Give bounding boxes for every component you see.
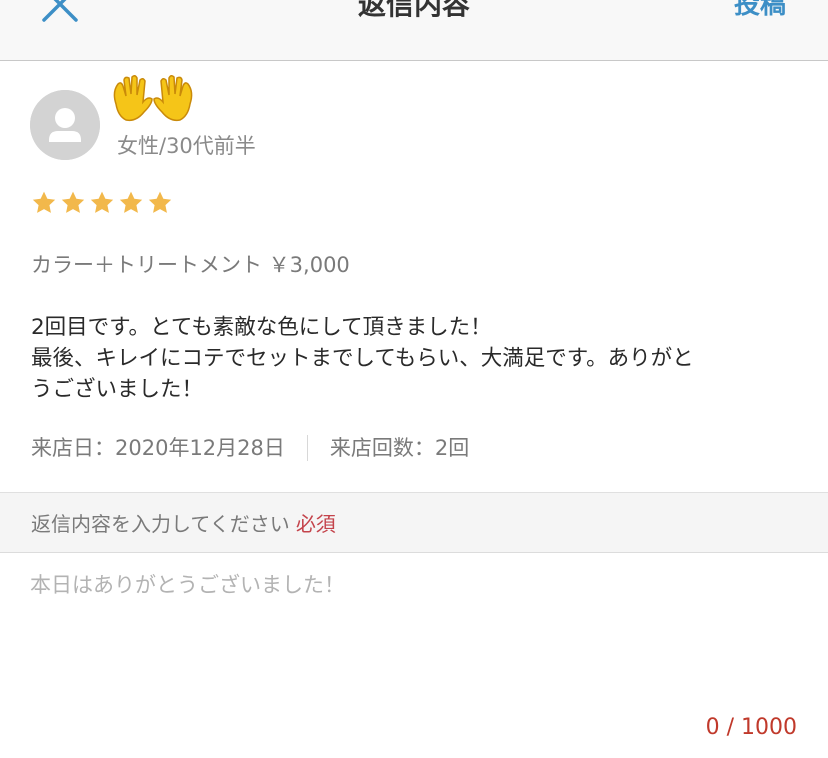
required-badge: 必須	[295, 512, 336, 536]
user-meta: 女性/30代前半	[117, 134, 256, 158]
nav-header: 返信内容 投稿	[0, 0, 828, 61]
reply-label-text: 返信内容を入力してください	[31, 512, 290, 536]
user-avatar-icon	[30, 90, 100, 160]
visit-info: 来店日：2020年12月28日 来店回数：2回	[31, 435, 469, 461]
reply-label: 返信内容を入力してください 必須	[31, 512, 336, 536]
star-icon	[90, 191, 114, 213]
reply-section-header: 返信内容を入力してください 必須	[0, 492, 828, 553]
star-icon	[148, 191, 172, 213]
star-icon	[119, 191, 143, 213]
review-body: 2回目です。とても素敵な色にして頂きました！ 最後、キレイにコテでセットまでして…	[31, 312, 801, 405]
reply-input[interactable]	[30, 570, 800, 700]
user-name-emoji	[108, 74, 198, 126]
avatar	[30, 90, 100, 160]
star-icon	[61, 191, 85, 213]
visit-divider	[306, 435, 308, 461]
review-line: 最後、キレイにコテでセットまでしてもらい、大満足です。ありがと	[31, 346, 694, 371]
page-title: 返信内容	[357, 0, 470, 21]
char-counter: 0 / 1000	[705, 715, 797, 740]
visit-count: 来店回数：2回	[329, 436, 470, 460]
post-button[interactable]: 投稿	[734, 0, 786, 22]
review-menu: カラー＋トリートメント ￥3,000	[31, 253, 350, 277]
reply-screen: 返信内容 投稿 女性/30代前半 カラー＋トリートメント ￥3,000 2回目で…	[0, 0, 828, 758]
review-line: うございました！	[31, 377, 204, 402]
review-line: 2回目です。とても素敵な色にして頂きました！	[31, 315, 492, 340]
rating-stars	[31, 190, 173, 218]
star-icon	[32, 191, 56, 213]
visit-date: 来店日：2020年12月28日	[31, 436, 285, 460]
open-hands-icon	[113, 74, 193, 122]
